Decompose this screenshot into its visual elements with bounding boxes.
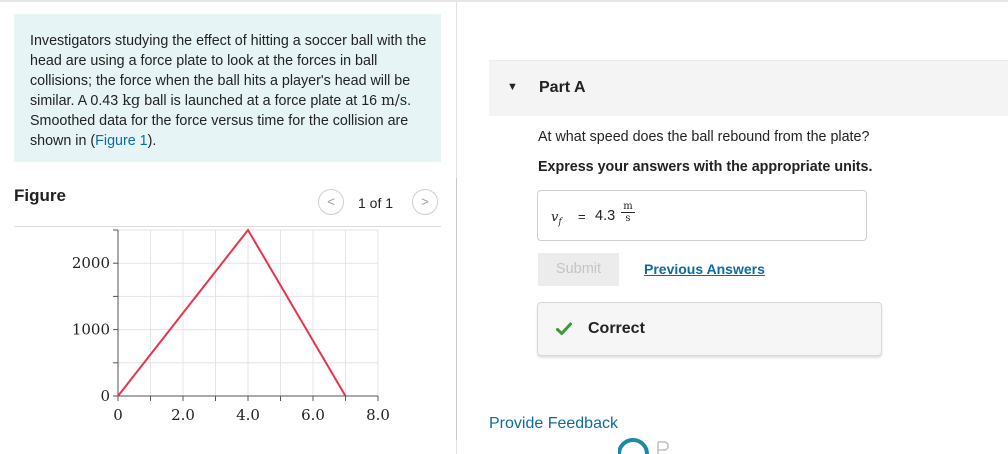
x-tick-label: 2.0 — [171, 406, 195, 424]
chart-grid — [117, 229, 379, 397]
part-title: Part A — [539, 79, 586, 96]
force-series-line — [117, 228, 347, 397]
instruction-text: Express your answers with the appropriat… — [538, 159, 873, 175]
y-tick-label: 2000 — [72, 254, 110, 272]
pearson-logo-icon — [618, 438, 669, 454]
chart-series — [117, 228, 347, 397]
previous-figure-button[interactable]: < — [318, 189, 344, 215]
part-a-header[interactable]: ▼ Part A — [489, 60, 1008, 116]
y-tick-label: 0 — [100, 387, 110, 405]
speed-unit: m/s — [381, 93, 408, 109]
y-tick-label: 1000 — [72, 321, 110, 339]
x-tick-label: 0 — [113, 406, 123, 424]
x-tick-label: 6.0 — [301, 406, 325, 424]
mass-unit: kg — [122, 93, 141, 109]
question-text: At what speed does the ball rebound from… — [538, 129, 870, 145]
top-rule — [0, 0, 1008, 2]
x-tick-label: 8.0 — [366, 406, 390, 424]
figure-rule — [14, 226, 441, 227]
chart-tick-labels: 0 1000 2000 0 2.0 4.0 6.0 8.0 — [72, 254, 390, 424]
problem-statement: Investigators studying the effect of hit… — [14, 14, 441, 162]
answer-field[interactable]: vf = 4.3 m s — [537, 190, 867, 241]
answer-unit: m s — [621, 201, 635, 224]
collapse-caret-icon[interactable]: ▼ — [507, 81, 518, 93]
next-figure-button[interactable]: > — [412, 189, 438, 215]
answer-variable: vf — [551, 210, 562, 228]
chart-ticks — [113, 229, 379, 401]
answer-equals: = — [578, 209, 586, 224]
correct-feedback-box: Correct — [537, 302, 882, 356]
submit-button[interactable]: Submit — [538, 253, 619, 286]
x-tick-label: 4.0 — [236, 406, 260, 424]
previous-answers-link[interactable]: Previous Answers — [644, 261, 765, 277]
checkmark-icon — [556, 322, 572, 335]
figure-link[interactable]: Figure 1 — [95, 133, 147, 149]
provide-feedback-link[interactable]: Provide Feedback — [489, 415, 618, 433]
figure-divider — [456, 178, 457, 440]
figure-pager-text: 1 of 1 — [358, 195, 394, 211]
force-time-chart: 0 1000 2000 0 2.0 4.0 6.0 8.0 — [72, 228, 390, 424]
answer-value: 4.3 — [595, 208, 616, 224]
correct-status-text: Correct — [588, 320, 645, 337]
figure-heading: Figure — [14, 186, 66, 205]
